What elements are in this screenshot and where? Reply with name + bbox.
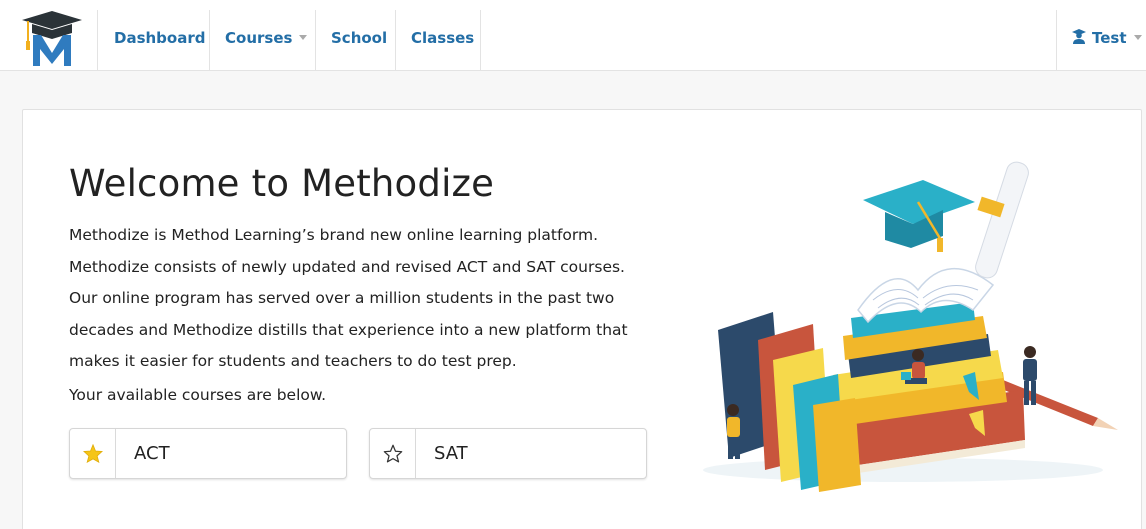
nav-divider: [480, 10, 481, 70]
methodize-logo[interactable]: [20, 9, 84, 67]
user-menu[interactable]: Test: [1072, 0, 1142, 71]
course-label: SAT: [434, 443, 468, 464]
nav-courses[interactable]: Courses: [225, 0, 308, 71]
top-navbar: Dashboard Courses School Classes Test: [0, 0, 1146, 71]
course-icon-cell: [70, 429, 116, 478]
user-graduate-icon: [1072, 29, 1086, 44]
page-title: Welcome to Methodize: [69, 162, 495, 205]
nav-divider: [315, 10, 316, 70]
welcome-card: Welcome to Methodize Methodize is Method…: [22, 109, 1142, 529]
course-label: ACT: [134, 443, 170, 464]
chevron-down-icon: [299, 35, 308, 40]
books-illustration: [703, 161, 1118, 492]
nav-dashboard[interactable]: Dashboard: [114, 0, 205, 71]
nav-divider: [97, 10, 98, 70]
nav-school[interactable]: School: [331, 0, 387, 71]
nav-divider: [1056, 10, 1057, 70]
course-icon-cell: [370, 429, 416, 478]
nav-classes[interactable]: Classes: [411, 0, 474, 71]
nav-courses-label: Courses: [225, 29, 293, 47]
chevron-down-icon: [1133, 35, 1142, 40]
nav-divider: [395, 10, 396, 70]
courses-note: Your available courses are below.: [69, 386, 327, 404]
star-filled-icon[interactable]: [83, 444, 103, 463]
course-button-act[interactable]: ACT: [69, 428, 347, 479]
intro-paragraph: Methodize is Method Learning’s brand new…: [69, 226, 628, 370]
course-button-sat[interactable]: SAT: [369, 428, 647, 479]
star-outline-icon[interactable]: [383, 444, 403, 463]
user-menu-label: Test: [1092, 29, 1127, 47]
nav-divider: [209, 10, 210, 70]
